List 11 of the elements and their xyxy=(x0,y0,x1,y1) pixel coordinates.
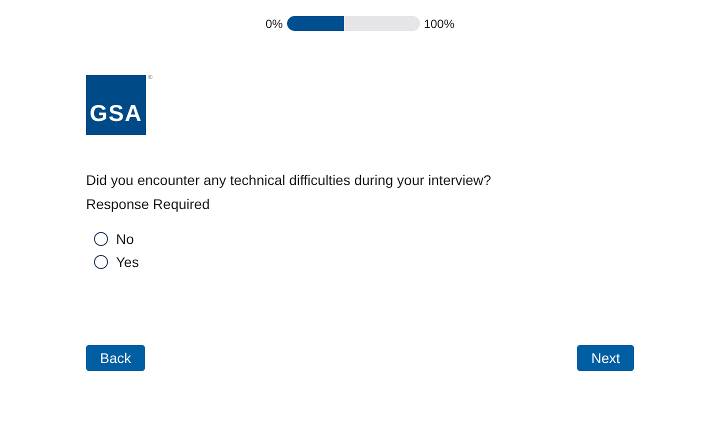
logo: GSA xyxy=(86,75,146,135)
radio-button[interactable] xyxy=(94,232,108,246)
back-button[interactable]: Back xyxy=(86,345,146,371)
required-note: Response Required xyxy=(86,195,211,214)
progress-end-label: 100% xyxy=(424,16,455,30)
next-button[interactable]: Next xyxy=(577,345,634,371)
option-label[interactable]: No xyxy=(116,231,134,247)
progress-start-label: 0% xyxy=(265,16,283,30)
radio-button[interactable] xyxy=(94,255,108,269)
question-text: Did you encounter any technical difficulties during your interview? xyxy=(86,171,492,190)
option-label[interactable]: Yes xyxy=(116,254,139,270)
